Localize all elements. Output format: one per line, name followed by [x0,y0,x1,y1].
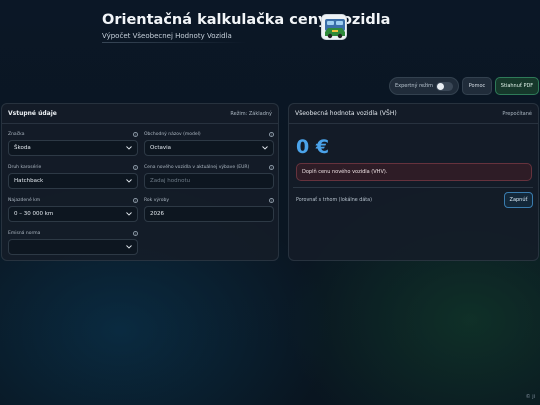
result-card: Všeobecná hodnota vozidla (VŠH) Prepočít… [288,103,539,261]
body-type-field: Druh karosérie i Hatchback [8,163,138,189]
app-icon [321,14,347,40]
result-card-title: Všeobecná hodnota vozidla (VŠH) [295,110,397,117]
toggle-knob [437,83,444,90]
help-button[interactable]: Pomoc [462,77,492,95]
inputs-card: Vstupné údaje Režim: Základný Značka i Š… [1,103,279,261]
chevron-down-icon [262,146,268,150]
info-icon[interactable]: i [269,197,274,203]
year-field: Rok výroby i 2026 [144,196,274,222]
mileage-value: 0 – 30 000 km [14,211,54,217]
new-price-placeholder: Zadaj hodnotu [150,178,191,184]
inputs-card-header: Vstupné údaje Režim: Základný [2,104,278,124]
result-card-header: Všeobecná hodnota vozidla (VŠH) Prepočít… [289,104,538,124]
new-price-field: Cena nového vozidla v aktuálnej výbave (… [144,163,274,189]
divider [293,187,533,188]
inputs-card-title: Vstupné údaje [8,110,57,117]
body-type-label: Druh karosérie [8,164,42,170]
chevron-down-icon [126,245,132,249]
vehicle-value: 0 € [296,136,330,158]
info-icon[interactable]: i [133,131,138,137]
body-type-select[interactable]: Hatchback [8,173,138,189]
mileage-field: Najazdené km i 0 – 30 000 km [8,196,138,222]
expert-mode-switch[interactable]: Expertný režim [389,77,459,95]
enable-compare-button[interactable]: Zapnúť [504,192,533,208]
info-icon[interactable]: i [269,164,274,170]
subtitle-underline [102,42,247,43]
new-price-input[interactable]: Zadaj hodnotu [144,173,274,189]
chevron-down-icon [126,179,132,183]
brand-label: Značka [8,131,25,137]
new-price-label: Cena nového vozidla v aktuálnej výbave (… [144,164,250,170]
model-value: Octavia [150,145,172,151]
mode-label: Režim: Základný [230,110,272,117]
missing-price-alert: Doplň cenu nového vozidla (VHV). [296,163,532,181]
brand-select[interactable]: Škoda [8,140,138,156]
chevron-down-icon [126,146,132,150]
info-icon[interactable]: i [269,131,274,137]
alert-text: Doplň cenu nového vozidla (VHV). [302,169,388,175]
emission-field: Emisná norma i [8,229,138,255]
chevron-down-icon [126,212,132,216]
download-pdf-button[interactable]: Stiahnuť PDF [495,77,539,95]
copyright: © ji [525,394,535,400]
recalculated-badge: Prepočítané [502,110,532,117]
mileage-select[interactable]: 0 – 30 000 km [8,206,138,222]
year-label: Rok výroby [144,197,170,203]
emission-label: Emisná norma [8,230,41,236]
toolbar: Expertný režim Pomoc Stiahnuť PDF [0,77,540,97]
brand-value: Škoda [14,145,31,151]
expert-mode-toggle[interactable] [436,82,453,91]
model-field: Obchodný názov (model) i Octavia [144,130,274,156]
brand-field: Značka i Škoda [8,130,138,156]
page-subtitle: Výpočet Všeobecnej Hodnoty Vozidla [102,32,232,40]
emission-select[interactable] [8,239,138,255]
market-compare-label: Porovnať s trhom (lokálne dáta) [296,198,372,203]
mileage-label: Najazdené km [8,197,41,203]
model-select[interactable]: Octavia [144,140,274,156]
page-title: Orientačná kalkulačka ceny vozidla [102,12,391,28]
info-icon[interactable]: i [133,164,138,170]
info-icon[interactable]: i [133,197,138,203]
year-input[interactable]: 2026 [144,206,274,222]
info-icon[interactable]: i [133,230,138,236]
body-type-value: Hatchback [14,178,44,184]
year-value: 2026 [150,211,164,217]
model-label: Obchodný názov (model) [144,131,201,137]
expert-mode-label: Expertný režim [395,83,434,89]
